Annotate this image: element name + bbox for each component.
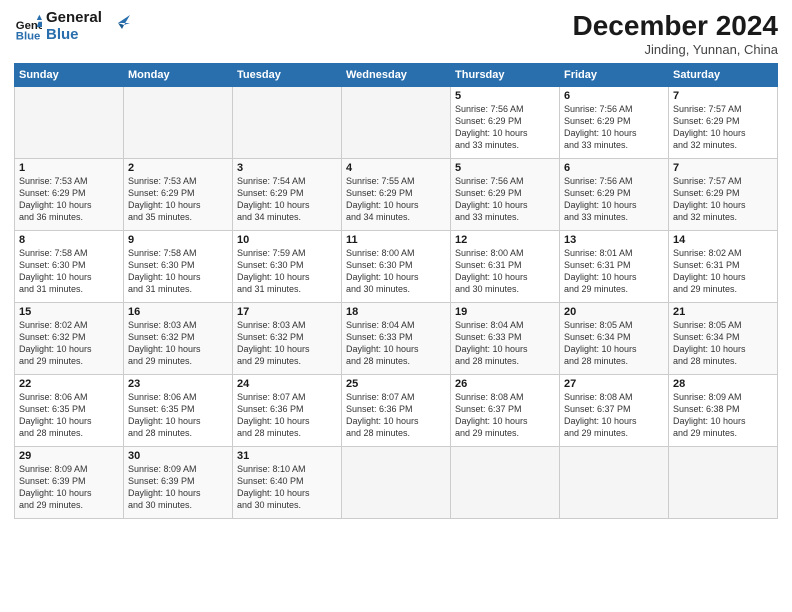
table-cell-day28: 28 Sunrise: 8:09 AMSunset: 6:38 PMDaylig…: [669, 375, 778, 447]
logo-bird-icon: [108, 11, 130, 33]
col-tuesday: Tuesday: [233, 64, 342, 87]
table-cell-day12: 12 Sunrise: 8:00 AMSunset: 6:31 PMDaylig…: [451, 231, 560, 303]
table-cell-empty: [342, 87, 451, 159]
page-header: General Blue General Blue December 2024 …: [14, 10, 778, 57]
table-cell-day2: 2 Sunrise: 7:53 AMSunset: 6:29 PMDayligh…: [124, 159, 233, 231]
table-cell-empty: [233, 87, 342, 159]
table-cell-day18: 18 Sunrise: 8:04 AMSunset: 6:33 PMDaylig…: [342, 303, 451, 375]
table-cell-day14: 14 Sunrise: 8:02 AMSunset: 6:31 PMDaylig…: [669, 231, 778, 303]
table-cell-empty: [124, 87, 233, 159]
col-wednesday: Wednesday: [342, 64, 451, 87]
svg-text:Blue: Blue: [16, 30, 41, 41]
table-cell-day3: 3 Sunrise: 7:54 AMSunset: 6:29 PMDayligh…: [233, 159, 342, 231]
title-area: December 2024 Jinding, Yunnan, China: [573, 10, 778, 57]
calendar-header-row: Sunday Monday Tuesday Wednesday Thursday…: [15, 64, 778, 87]
table-cell-day6b: 6 Sunrise: 7:56 AMSunset: 6:29 PMDayligh…: [560, 159, 669, 231]
table-cell-day16: 16 Sunrise: 8:03 AMSunset: 6:32 PMDaylig…: [124, 303, 233, 375]
table-cell-day20: 20 Sunrise: 8:05 AMSunset: 6:34 PMDaylig…: [560, 303, 669, 375]
table-cell-day25: 25 Sunrise: 8:07 AMSunset: 6:36 PMDaylig…: [342, 375, 451, 447]
table-cell-empty: [15, 87, 124, 159]
table-cell-day10: 10 Sunrise: 7:59 AMSunset: 6:30 PMDaylig…: [233, 231, 342, 303]
table-cell-day4: 4 Sunrise: 7:55 AMSunset: 6:29 PMDayligh…: [342, 159, 451, 231]
table-cell-day24: 24 Sunrise: 8:07 AMSunset: 6:36 PMDaylig…: [233, 375, 342, 447]
calendar-table: Sunday Monday Tuesday Wednesday Thursday…: [14, 63, 778, 519]
table-row: 15 Sunrise: 8:02 AMSunset: 6:32 PMDaylig…: [15, 303, 778, 375]
col-friday: Friday: [560, 64, 669, 87]
table-cell-day17: 17 Sunrise: 8:03 AMSunset: 6:32 PMDaylig…: [233, 303, 342, 375]
table-cell-day11: 11 Sunrise: 8:00 AMSunset: 6:30 PMDaylig…: [342, 231, 451, 303]
table-cell-day8: 8 Sunrise: 7:58 AMSunset: 6:30 PMDayligh…: [15, 231, 124, 303]
table-cell-day23: 23 Sunrise: 8:06 AMSunset: 6:35 PMDaylig…: [124, 375, 233, 447]
table-cell-empty: [451, 447, 560, 519]
table-cell-day15: 15 Sunrise: 8:02 AMSunset: 6:32 PMDaylig…: [15, 303, 124, 375]
table-row: 22 Sunrise: 8:06 AMSunset: 6:35 PMDaylig…: [15, 375, 778, 447]
table-cell-day31: 31 Sunrise: 8:10 AMSunset: 6:40 PMDaylig…: [233, 447, 342, 519]
table-row: 5 Sunrise: 7:56 AMSunset: 6:29 PMDayligh…: [15, 87, 778, 159]
table-cell-day21: 21 Sunrise: 8:05 AMSunset: 6:34 PMDaylig…: [669, 303, 778, 375]
table-cell-day27: 27 Sunrise: 8:08 AMSunset: 6:37 PMDaylig…: [560, 375, 669, 447]
table-cell-day7b: 7 Sunrise: 7:57 AMSunset: 6:29 PMDayligh…: [669, 159, 778, 231]
table-cell-day19: 19 Sunrise: 8:04 AMSunset: 6:33 PMDaylig…: [451, 303, 560, 375]
table-cell-day5b: 5 Sunrise: 7:56 AMSunset: 6:29 PMDayligh…: [451, 159, 560, 231]
col-monday: Monday: [124, 64, 233, 87]
logo-general: General: [46, 10, 102, 27]
table-cell-day7: 7 Sunrise: 7:57 AMSunset: 6:29 PMDayligh…: [669, 87, 778, 159]
table-cell-day30: 30 Sunrise: 8:09 AMSunset: 6:39 PMDaylig…: [124, 447, 233, 519]
logo-blue: Blue: [46, 27, 102, 44]
table-cell-day26: 26 Sunrise: 8:08 AMSunset: 6:37 PMDaylig…: [451, 375, 560, 447]
table-cell-day6: 6 Sunrise: 7:56 AMSunset: 6:29 PMDayligh…: [560, 87, 669, 159]
location: Jinding, Yunnan, China: [573, 42, 778, 57]
table-row: 8 Sunrise: 7:58 AMSunset: 6:30 PMDayligh…: [15, 231, 778, 303]
table-cell-empty: [342, 447, 451, 519]
table-row: 1 Sunrise: 7:53 AMSunset: 6:29 PMDayligh…: [15, 159, 778, 231]
logo-icon: General Blue: [14, 13, 42, 41]
logo: General Blue General Blue: [14, 10, 130, 43]
table-cell-day1: 1 Sunrise: 7:53 AMSunset: 6:29 PMDayligh…: [15, 159, 124, 231]
col-thursday: Thursday: [451, 64, 560, 87]
table-cell-day9: 9 Sunrise: 7:58 AMSunset: 6:30 PMDayligh…: [124, 231, 233, 303]
table-cell-empty: [669, 447, 778, 519]
table-cell-day22: 22 Sunrise: 8:06 AMSunset: 6:35 PMDaylig…: [15, 375, 124, 447]
table-cell-empty: [560, 447, 669, 519]
table-cell-day29: 29 Sunrise: 8:09 AMSunset: 6:39 PMDaylig…: [15, 447, 124, 519]
table-cell-day13: 13 Sunrise: 8:01 AMSunset: 6:31 PMDaylig…: [560, 231, 669, 303]
col-saturday: Saturday: [669, 64, 778, 87]
table-row: 29 Sunrise: 8:09 AMSunset: 6:39 PMDaylig…: [15, 447, 778, 519]
month-title: December 2024: [573, 10, 778, 42]
col-sunday: Sunday: [15, 64, 124, 87]
table-cell-day5: 5 Sunrise: 7:56 AMSunset: 6:29 PMDayligh…: [451, 87, 560, 159]
